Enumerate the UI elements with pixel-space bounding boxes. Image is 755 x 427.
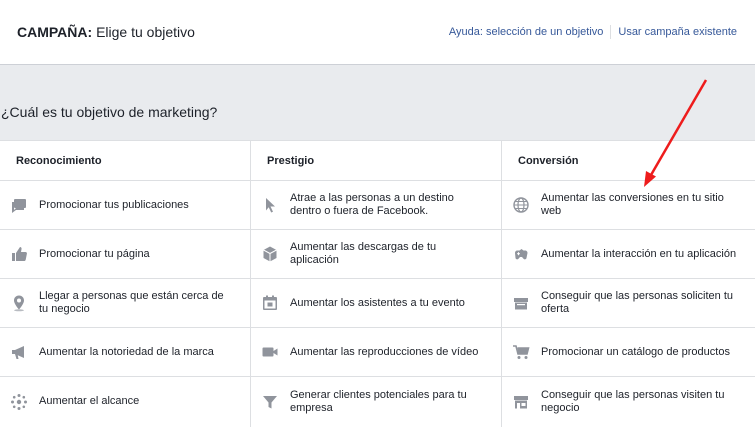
objective-website-conversions[interactable]: Aumentar las conversiones en tu sitio we… <box>502 181 755 230</box>
help-objective-link[interactable]: Ayuda: selección de un objetivo <box>449 26 604 38</box>
offer-icon <box>512 294 530 312</box>
page-header: CAMPAÑA: Elige tu objetivo Ayuda: selecc… <box>0 0 755 65</box>
thumbs-up-icon <box>10 245 28 263</box>
calendar-icon <box>261 294 279 312</box>
store-icon <box>512 393 530 411</box>
link-divider <box>610 25 612 39</box>
title-prefix: CAMPAÑA: <box>17 24 93 40</box>
reach-icon <box>10 393 28 411</box>
posts-icon <box>10 196 28 214</box>
objective-store-visits[interactable]: Conseguir que las personas visiten tu ne… <box>502 377 755 426</box>
objective-grid: Reconocimiento Promocionar tus publicaci… <box>0 140 755 427</box>
marketing-objective-question: ¿Cuál es tu objetivo de marketing? <box>1 104 218 120</box>
megaphone-icon <box>10 343 28 361</box>
objective-event-responses[interactable]: Aumentar los asistentes a tu evento <box>251 279 501 328</box>
gamepad-icon <box>512 245 530 263</box>
objective-product-catalog[interactable]: Promocionar un catálogo de productos <box>502 328 755 377</box>
funnel-icon <box>261 393 279 411</box>
column-awareness: Reconocimiento Promocionar tus publicaci… <box>0 141 251 427</box>
use-existing-campaign-link[interactable]: Usar campaña existente <box>618 26 737 38</box>
location-pin-icon <box>10 294 28 312</box>
column-header: Prestigio <box>251 141 501 181</box>
objective-brand-awareness[interactable]: Aumentar la notoriedad de la marca <box>0 328 250 377</box>
column-consideration: Prestigio Atrae a las personas a un dest… <box>251 141 502 427</box>
objective-boost-posts[interactable]: Promocionar tus publicaciones <box>0 181 250 230</box>
objective-reach[interactable]: Aumentar el alcance <box>0 377 250 426</box>
objective-local-reach[interactable]: Llegar a personas que están cerca de tu … <box>0 279 250 328</box>
cursor-icon <box>261 196 279 214</box>
page-title: CAMPAÑA: Elige tu objetivo <box>17 24 195 40</box>
objective-traffic[interactable]: Atrae a las personas a un destino dentro… <box>251 181 501 230</box>
column-header: Conversión <box>502 141 755 181</box>
objective-promote-page[interactable]: Promocionar tu página <box>0 230 250 279</box>
column-conversion: Conversión Aumentar las conversiones en … <box>502 141 755 427</box>
objective-offer-claims[interactable]: Conseguir que las personas soliciten tu … <box>502 279 755 328</box>
title-text: Elige tu objetivo <box>92 24 195 40</box>
globe-icon <box>512 196 530 214</box>
objective-app-installs[interactable]: Aumentar las descargas de tu aplicación <box>251 230 501 279</box>
column-header: Reconocimiento <box>0 141 250 181</box>
header-links: Ayuda: selección de un objetivo Usar cam… <box>449 25 737 39</box>
video-camera-icon <box>261 343 279 361</box>
objective-video-views[interactable]: Aumentar las reproducciones de vídeo <box>251 328 501 377</box>
app-box-icon <box>261 245 279 263</box>
cart-icon <box>512 343 530 361</box>
objective-lead-generation[interactable]: Generar clientes potenciales para tu emp… <box>251 377 501 426</box>
objective-app-engagement[interactable]: Aumentar la interacción en tu aplicación <box>502 230 755 279</box>
